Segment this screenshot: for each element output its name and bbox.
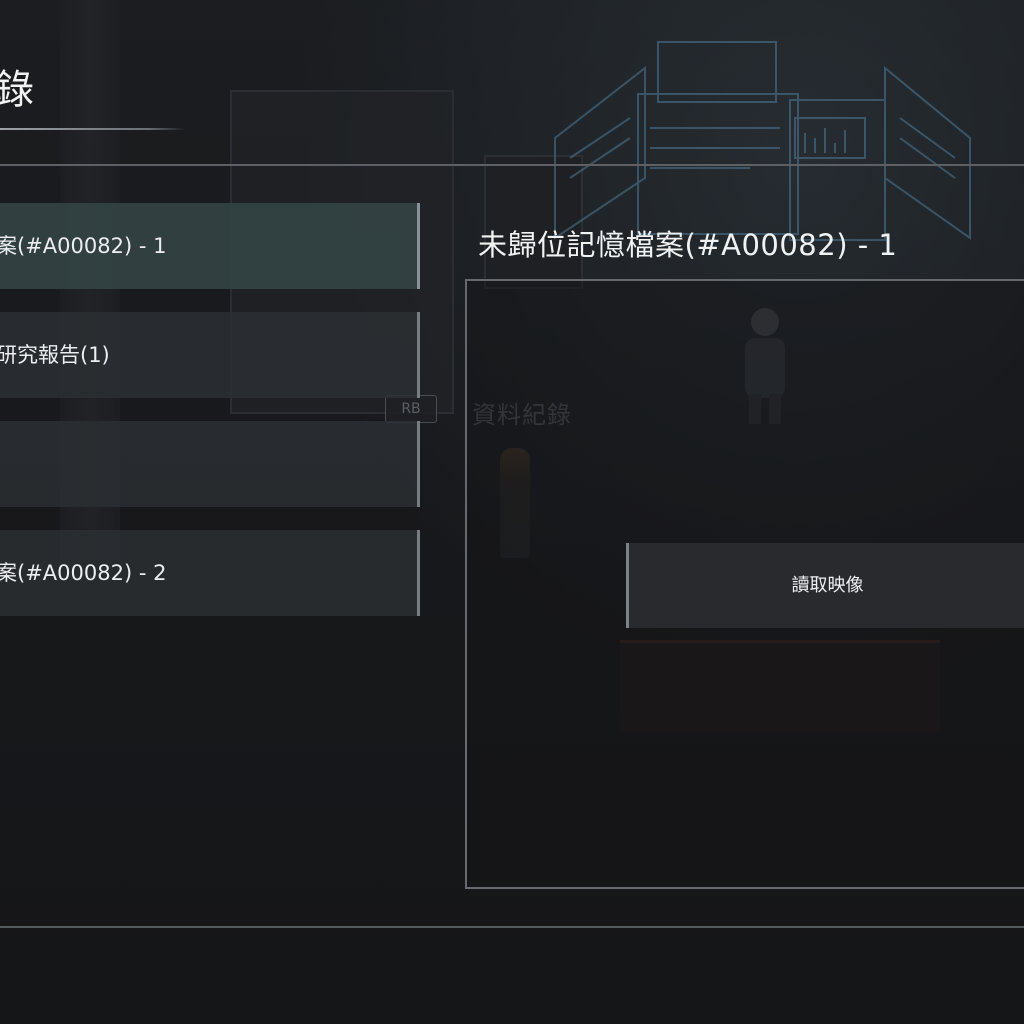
record-item-label: 案(#A00082) - 1 [0, 234, 167, 258]
record-item-research-report-1[interactable]: 研究報告(1) [0, 312, 420, 398]
detail-title: 未歸位記憶檔案(#A00082) - 1 [478, 228, 898, 262]
read-image-button[interactable]: 讀取映像 [626, 543, 1024, 628]
background-character-icon [745, 308, 785, 424]
panel-bottom-divider [0, 926, 1024, 928]
title-underline [0, 128, 185, 130]
record-item-a00082-1[interactable]: 案(#A00082) - 1 [0, 203, 420, 289]
record-item-empty[interactable] [0, 421, 420, 507]
screen-title-text: 錄 [0, 67, 34, 113]
record-item-a00082-2[interactable]: 案(#A00082) - 2 [0, 530, 420, 616]
game-screen: RB 資料紀錄 錄 案(#A00082) - 1 研究報告(1) 案(#A000… [0, 0, 1024, 1024]
record-item-label: 研究報告(1) [0, 343, 110, 367]
record-item-label: 案(#A00082) - 2 [0, 561, 167, 585]
panel-top-divider [0, 164, 1024, 166]
rb-button-prompt-icon: RB [385, 395, 437, 423]
